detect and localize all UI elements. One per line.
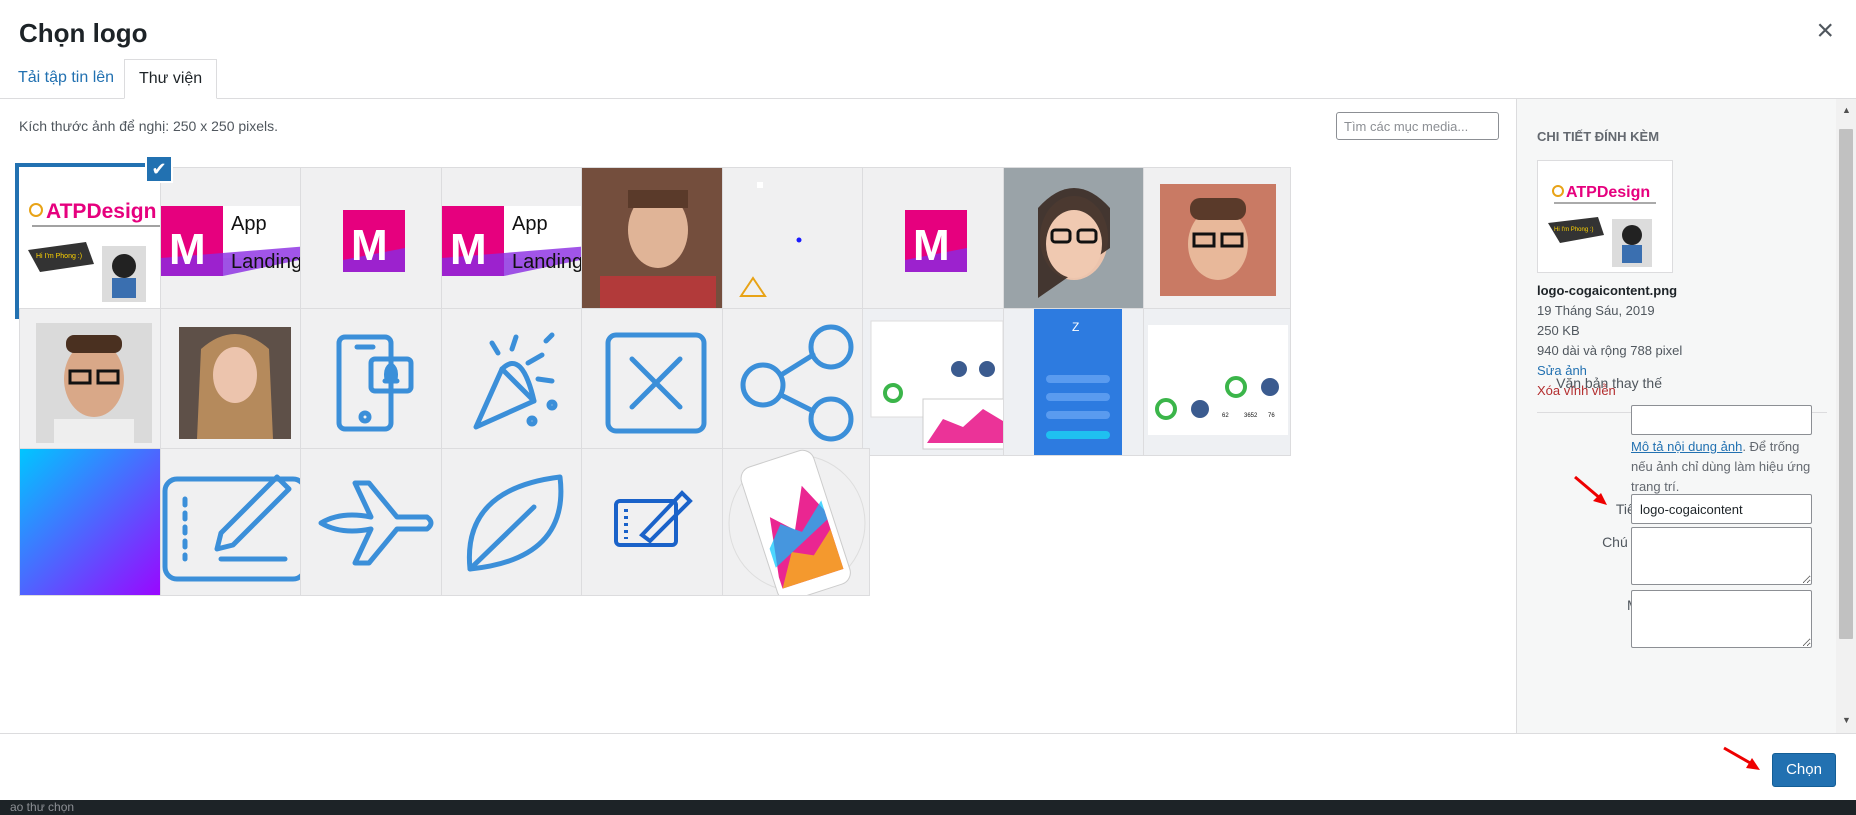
tab-upload[interactable]: Tải tập tin lên <box>4 59 128 99</box>
choose-button[interactable]: Chọn <box>1772 753 1836 787</box>
scroll-up-icon[interactable]: ▲ <box>1842 105 1851 115</box>
drawing-tablet-icon-image <box>160 449 307 595</box>
alt-text-help: Mô tả nội dung ảnh. Để trống nếu ảnh chỉ… <box>1631 437 1821 497</box>
media-item-app-landing-logo[interactable]: M App Landing <box>159 167 308 315</box>
media-item-phone-notification-icon[interactable] <box>300 307 448 456</box>
man-portrait-image <box>582 168 728 314</box>
thumb-logo-text: ATPDesign <box>1566 184 1650 201</box>
caption-textarea[interactable] <box>1631 527 1812 585</box>
media-modal: Chọn logo × Tải tập tin lên Thư viện Kíc… <box>0 0 1856 800</box>
logo-atpdesign-image: ATPDesign Hi I'm Phong :) <box>20 168 166 314</box>
tab-library[interactable]: Thư viện <box>124 59 218 99</box>
tile-line2: Landing <box>512 251 583 273</box>
suggested-size-note: Kích thước ảnh để nghị: 250 x 250 pixels… <box>19 118 279 134</box>
media-item-leaf-icon[interactable] <box>440 448 589 596</box>
close-box-icon-image <box>582 308 728 455</box>
leaf-icon-image <box>441 449 588 595</box>
modal-footer: Chọn <box>0 733 1856 800</box>
tile-letter: M <box>450 225 487 274</box>
gradient-background-image <box>20 449 166 595</box>
background-admin-strip: ao thư chọn <box>0 800 1856 815</box>
media-item-airplane-icon[interactable] <box>300 448 448 596</box>
media-item-m-logo-2[interactable]: M <box>862 167 1010 315</box>
file-size: 250 KB <box>1537 323 1580 338</box>
party-popper-icon-image <box>441 308 588 455</box>
airplane-icon-image <box>301 449 447 595</box>
share-icon-image <box>722 308 869 455</box>
modal-title: Chọn logo <box>19 18 148 48</box>
description-textarea[interactable] <box>1631 590 1812 648</box>
attachment-thumbnail: ATPDesign Hi I'm Phong :) <box>1537 160 1673 273</box>
annotation-arrow-icon <box>1574 475 1607 505</box>
tile-logo-caption: Hi I'm Phong :) <box>36 253 82 260</box>
details-heading: CHI TIẾT ĐÍNH KÈM <box>1537 129 1660 144</box>
dashboard-screenshot-2-image: 62 3652 76 <box>1144 308 1290 455</box>
m-logo-image: M <box>301 168 447 314</box>
scroll-down-icon[interactable]: ▼ <box>1842 715 1851 725</box>
alt-text-input[interactable] <box>1631 405 1812 435</box>
media-item-drawing-tablet-icon-small[interactable] <box>581 448 729 596</box>
app-landing-logo-2-image: M App Landing <box>441 168 588 314</box>
tile-letter: M <box>913 221 950 270</box>
shapes-graphic-image <box>722 168 869 314</box>
mobile-app-screenshot-image: Z <box>1003 308 1150 455</box>
man-glasses-portrait-image <box>1144 168 1290 314</box>
scrollbar-thumb[interactable] <box>1839 129 1853 639</box>
media-item-man-glasses-portrait-2[interactable] <box>19 307 167 456</box>
m-logo-2-image: M <box>863 168 1009 314</box>
woman-portrait-image <box>160 308 307 455</box>
atp-logo-thumbnail: ATPDesign Hi I'm Phong :) <box>1538 161 1672 272</box>
thumb-caption: Hi I'm Phong :) <box>1554 227 1594 233</box>
tile-line1: App <box>512 213 548 235</box>
image-dimensions: 940 dài và rộng 788 pixel <box>1537 343 1683 358</box>
media-item-man-portrait[interactable] <box>581 167 729 315</box>
media-item-woman-portrait[interactable] <box>159 307 308 456</box>
media-item-share-icon[interactable] <box>721 307 870 456</box>
media-item-woman-glasses-portrait[interactable] <box>1002 167 1151 315</box>
tile-line1: App <box>231 213 267 235</box>
media-item-man-glasses-portrait[interactable] <box>1143 167 1291 315</box>
tile-letter: Z <box>1072 320 1079 334</box>
media-item-m-logo[interactable]: M <box>300 167 448 315</box>
media-item-dashboard-screenshot[interactable] <box>862 307 1010 456</box>
media-item-dashboard-screenshot-2[interactable]: 62 3652 76 <box>1143 307 1291 456</box>
close-icon[interactable]: × <box>1816 16 1834 46</box>
media-item-party-popper-icon[interactable] <box>440 307 589 456</box>
sidebar-scrollbar[interactable]: ▲ ▼ <box>1836 99 1856 733</box>
app-landing-logo-image: M App Landing <box>160 168 307 314</box>
drawing-tablet-icon-small-image <box>582 449 728 595</box>
media-item-drawing-tablet-icon[interactable] <box>159 448 308 596</box>
media-item-logo-atpdesign[interactable]: ATPDesign Hi I'm Phong :) <box>15 163 171 319</box>
media-router: Tải tập tin lên Thư viện <box>0 59 1856 99</box>
alt-text-help-link[interactable]: Mô tả nội dung ảnh <box>1631 439 1742 454</box>
phone-chart-mockup-image <box>722 449 869 595</box>
phone-notification-icon-image <box>301 308 447 455</box>
media-item-mobile-app-screenshot[interactable]: Z <box>1002 307 1151 456</box>
woman-glasses-portrait-image <box>1003 168 1150 314</box>
title-input[interactable] <box>1631 494 1812 524</box>
selected-check-icon[interactable]: ✔ <box>145 155 173 183</box>
tile-letter: M <box>169 225 206 274</box>
alt-text-label: Văn bản thay thế <box>1556 375 1662 391</box>
media-item-app-landing-logo-2[interactable]: M App Landing <box>440 167 589 315</box>
tile-letter: M <box>351 221 388 270</box>
attachment-details-sidebar: CHI TIẾT ĐÍNH KÈM ATPDesign Hi I'm Phong… <box>1516 99 1836 733</box>
annotation-arrow-icon <box>1723 746 1760 770</box>
tile-stat: 76 <box>1268 413 1275 419</box>
media-item-close-box-icon[interactable] <box>581 307 729 456</box>
dashboard-screenshot-image <box>863 308 1009 455</box>
media-search-input[interactable] <box>1336 112 1499 140</box>
media-item-gradient-background[interactable] <box>19 448 167 596</box>
upload-date: 19 Tháng Sáu, 2019 <box>1537 303 1655 318</box>
tile-stat: 3652 <box>1244 413 1258 419</box>
man-glasses-portrait-2-image <box>20 308 166 455</box>
tile-logo-text: ATPDesign <box>46 200 156 223</box>
tile-stat: 62 <box>1222 413 1229 419</box>
media-item-phone-chart-mockup[interactable] <box>721 448 870 596</box>
media-item-shapes-graphic[interactable] <box>721 167 870 315</box>
tile-line2: Landing <box>231 251 302 273</box>
filename: logo-cogaicontent.png <box>1537 283 1678 298</box>
